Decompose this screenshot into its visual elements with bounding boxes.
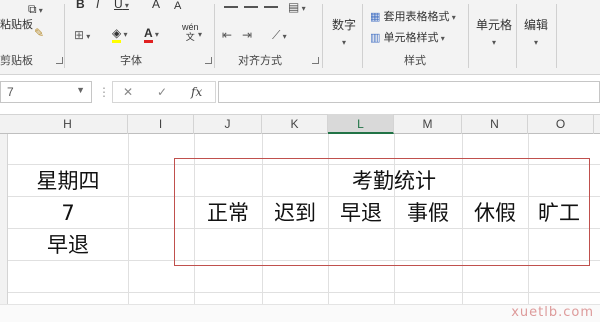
cells-button[interactable]: 单元格 <box>476 18 512 32</box>
editing-button[interactable]: 编辑 <box>524 18 548 32</box>
increase-indent-icon[interactable]: ⇥ <box>242 28 252 42</box>
column-header-h[interactable]: H <box>8 114 128 134</box>
decrease-indent-icon[interactable]: ⇤ <box>222 28 232 42</box>
cell-styles-button[interactable]: ▥ 单元格样式 ▾ <box>370 31 445 46</box>
phonetic-pinyin: wén <box>182 22 199 32</box>
copy-icon[interactable]: ⧉ ▾ <box>28 2 43 18</box>
separator <box>64 4 65 68</box>
separator <box>322 4 323 68</box>
editing-dropdown[interactable]: ▾ <box>534 34 538 50</box>
fill-color-button[interactable]: ◈ ▾ <box>112 26 127 43</box>
font-color-label: A <box>144 26 153 43</box>
column-header-l[interactable]: L <box>328 114 394 134</box>
insert-function-icon[interactable]: fx <box>191 85 202 99</box>
underline-label: U <box>114 0 123 11</box>
font-group-label: 字体 <box>120 55 142 67</box>
name-box-dropdown-icon[interactable]: ▼ <box>76 85 85 95</box>
borders-icon[interactable]: ⊞ ▾ <box>74 28 90 44</box>
alignment-launcher-icon[interactable] <box>312 57 319 64</box>
column-header-k[interactable]: K <box>262 114 328 134</box>
wrap-text-icon[interactable]: ▤ ▾ <box>288 0 306 16</box>
separator <box>362 4 363 68</box>
cells-dropdown[interactable]: ▾ <box>492 34 496 50</box>
separator <box>516 4 517 68</box>
column-header-n[interactable]: N <box>462 114 528 134</box>
italic-button[interactable]: I <box>96 0 99 11</box>
font-color-button[interactable]: A ▾ <box>144 26 159 43</box>
formula-buttons: ✕ ✓ fx <box>112 81 216 103</box>
column-header-m[interactable]: M <box>394 114 462 134</box>
phonetic-char: 文 <box>185 32 195 42</box>
name-box-value: 7 <box>7 85 14 99</box>
phonetic-dropdown[interactable]: ▾ <box>198 26 202 42</box>
separator <box>214 4 215 68</box>
styles-group-label: 样式 <box>404 55 426 67</box>
cancel-icon[interactable]: ✕ <box>123 85 133 99</box>
format-as-table-button[interactable]: ▦ 套用表格格式 ▾ <box>370 10 456 25</box>
table-format-icon: ▦ <box>370 11 381 23</box>
cell-h-number[interactable]: 7 <box>8 198 128 228</box>
column-header-i[interactable]: I <box>128 114 194 134</box>
column-header-j[interactable]: J <box>194 114 262 134</box>
enter-icon[interactable]: ✓ <box>157 85 167 99</box>
cell-styles-icon: ▥ <box>370 32 381 44</box>
align-top-icon[interactable] <box>224 6 238 8</box>
grid-row-line <box>8 292 600 293</box>
formula-bar: 7 ▼ ⋮ ✕ ✓ fx <box>0 78 600 106</box>
shrink-font-button[interactable]: A <box>174 0 181 13</box>
number-format-button[interactable]: 数字 <box>332 18 356 32</box>
watermark-logo: xuetlb.com <box>511 305 594 320</box>
row-header-strip[interactable] <box>0 134 8 304</box>
name-box[interactable]: 7 ▼ <box>0 81 92 103</box>
clipboard-group-label: 剪贴板 <box>0 55 33 67</box>
alignment-group-label: 对齐方式 <box>238 55 282 67</box>
cell-styles-label: 单元格样式 <box>383 32 439 44</box>
cell-h-status[interactable]: 早退 <box>8 230 128 260</box>
highlight-box <box>174 158 590 266</box>
fill-color-icon: ◈ <box>112 26 122 43</box>
formula-input[interactable] <box>218 81 600 103</box>
number-format-dropdown[interactable]: ▾ <box>342 34 346 50</box>
grow-font-button[interactable]: A <box>152 0 160 11</box>
cell-h-day[interactable]: 星期四 <box>8 166 128 196</box>
clipboard-launcher-icon[interactable] <box>56 57 63 64</box>
column-header-o[interactable]: O <box>528 114 594 134</box>
phonetic-button[interactable]: wén 文 <box>182 22 199 42</box>
formula-bar-grip-icon[interactable]: ⋮ <box>98 85 110 99</box>
font-launcher-icon[interactable] <box>205 57 212 64</box>
separator <box>556 4 557 68</box>
orientation-icon[interactable]: ⟋ ▾ <box>272 28 287 44</box>
format-painter-icon[interactable]: ✎ <box>34 26 44 40</box>
ribbon: ⧉ ▾ 粘贴板 ✎ 剪贴板 B I U ▾ A A ⊞ ▾ ◈ ▾ A ▾ wé… <box>0 0 600 75</box>
format-as-table-label: 套用表格格式 <box>383 11 450 23</box>
grid-col-line <box>128 134 129 304</box>
align-bottom-icon[interactable] <box>264 6 278 8</box>
align-middle-icon[interactable] <box>244 6 258 8</box>
bold-button[interactable]: B <box>76 0 85 11</box>
underline-button[interactable]: U ▾ <box>114 0 129 13</box>
paste-button-label[interactable]: 粘贴板 <box>0 18 33 32</box>
sheet-bottom-area <box>0 304 600 322</box>
separator <box>468 4 469 68</box>
